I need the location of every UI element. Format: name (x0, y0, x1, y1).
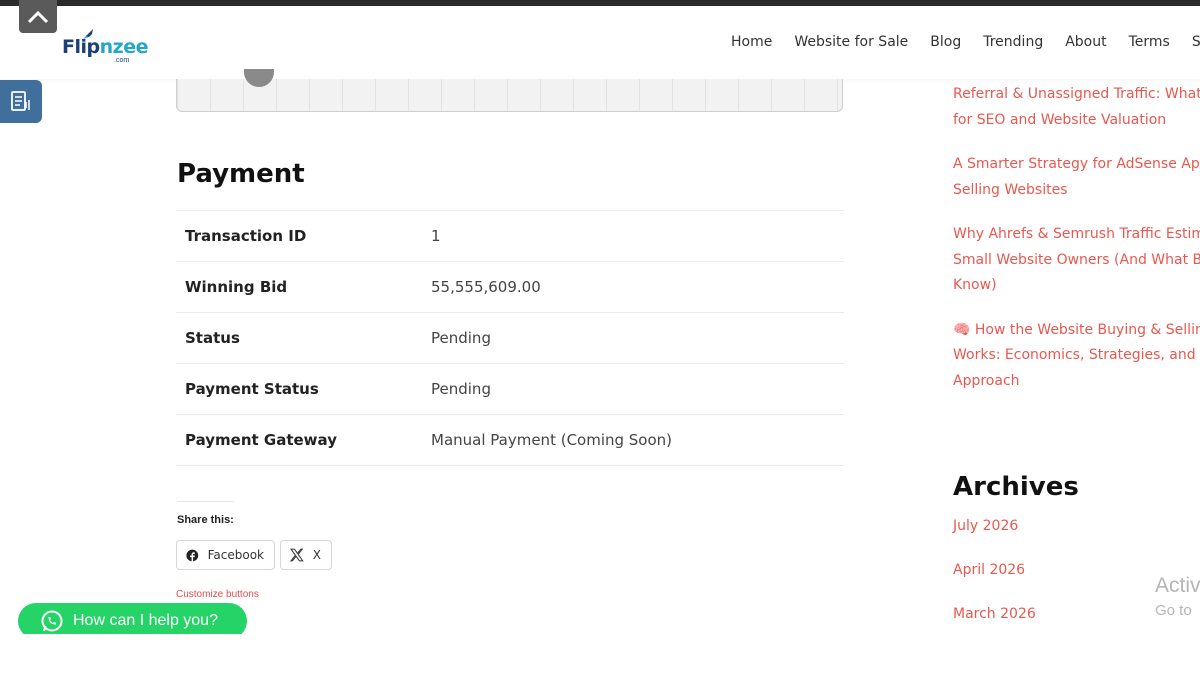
status-label: Status (185, 329, 240, 347)
recent-post-link[interactable]: Why Ahrefs & Semrush Traffic Estima Smal… (953, 222, 1200, 299)
transaction-id-value: 1 (431, 227, 441, 245)
post-line: Works: Economics, Strategies, and th (953, 347, 1200, 363)
winning-bid-label: Winning Bid (185, 278, 288, 296)
whatsapp-label: How can I help you? (73, 612, 218, 629)
share-x-button[interactable]: X (280, 540, 332, 570)
whatsapp-icon (41, 610, 63, 632)
logo-text-a: Flip (62, 36, 100, 58)
post-line: Approach (953, 372, 1020, 389)
archives-heading: Archives (953, 472, 1079, 502)
facebook-label: Facebook (207, 548, 264, 562)
logo-text-b: nzee (99, 36, 149, 58)
payment-table: Transaction ID 1 Winning Bid 55,555,609.… (176, 210, 844, 466)
text-to-speech-button[interactable] (0, 80, 42, 123)
recent-post-link[interactable]: Referral & Unassigned Traffic: What for … (953, 82, 1200, 133)
main-nav: Home Website for Sale Blog Trending Abou… (731, 34, 1200, 50)
payment-gateway-value: Manual Payment (Coming Soon) (431, 431, 673, 449)
logo-wordmark: Flipnzee (62, 36, 148, 58)
archives-list: July 2026 April 2026 March 2026 (953, 514, 1036, 646)
site-logo[interactable]: Flipnzee .com (62, 29, 152, 66)
winning-bid-value: 55,555,609.00 (431, 278, 541, 296)
chevron-up-icon (27, 10, 49, 23)
nav-website-for-sale[interactable]: Website for Sale (794, 34, 908, 50)
payment-status-label: Payment Status (185, 380, 319, 398)
table-row: Status Pending (176, 313, 844, 364)
payment-status-value: Pending (431, 380, 491, 398)
table-row: Winning Bid 55,555,609.00 (176, 262, 844, 313)
post-line: A Smarter Strategy for AdSense App (953, 156, 1200, 172)
table-row: Payment Gateway Manual Payment (Coming S… (176, 415, 844, 466)
nav-trending[interactable]: Trending (983, 34, 1043, 50)
post-line: Why Ahrefs & Semrush Traffic Estima (953, 226, 1200, 242)
nav-support[interactable]: Sup (1192, 34, 1200, 50)
payment-heading: Payment (177, 159, 305, 189)
nav-terms[interactable]: Terms (1129, 34, 1170, 50)
table-row: Payment Status Pending (176, 364, 844, 415)
os-activation-watermark: Activ Go to (1155, 574, 1200, 619)
post-line: Selling Websites (953, 181, 1068, 198)
site-header: Flipnzee .com Home Website for Sale Blog… (0, 6, 1200, 79)
recent-post-link[interactable]: 🧠 How the Website Buying & Selling Works… (953, 318, 1200, 395)
x-label: X (312, 548, 321, 562)
x-logo-icon (290, 548, 304, 562)
facebook-icon (186, 549, 199, 562)
nav-home[interactable]: Home (731, 34, 772, 50)
table-row: Transaction ID 1 (176, 211, 844, 262)
payment-gateway-label: Payment Gateway (185, 431, 337, 449)
share-facebook-button[interactable]: Facebook (176, 540, 275, 570)
transaction-id-label: Transaction ID (185, 227, 307, 245)
customize-buttons-link[interactable]: Customize buttons (176, 589, 259, 600)
watermark-line-1: Activ (1155, 574, 1200, 597)
post-line: 🧠 How the Website Buying & Selling (953, 321, 1200, 338)
post-line: Know) (953, 277, 997, 293)
nav-about[interactable]: About (1065, 34, 1106, 50)
archive-link-july-2026[interactable]: July 2026 (953, 514, 1036, 558)
image-gallery-strip (176, 69, 843, 112)
scroll-to-top-button[interactable] (19, 0, 57, 33)
bottom-blank-area (0, 634, 1200, 675)
share-heading: Share this: (177, 501, 234, 526)
post-line: Referral & Unassigned Traffic: What (953, 86, 1200, 102)
watermark-line-2: Go to (1155, 602, 1192, 619)
recent-post-link[interactable]: A Smarter Strategy for AdSense App Selli… (953, 152, 1200, 203)
archive-link-april-2026[interactable]: April 2026 (953, 558, 1036, 602)
post-line: Small Website Owners (And What B (953, 251, 1200, 268)
post-line: for SEO and Website Valuation (953, 111, 1167, 128)
gallery-indicator (244, 69, 274, 87)
status-value: Pending (431, 329, 491, 347)
document-speaker-icon (11, 90, 30, 111)
recent-posts-list: Referral & Unassigned Traffic: What for … (953, 82, 1200, 413)
logo-domain: .com (114, 57, 130, 64)
nav-blog[interactable]: Blog (930, 34, 961, 50)
